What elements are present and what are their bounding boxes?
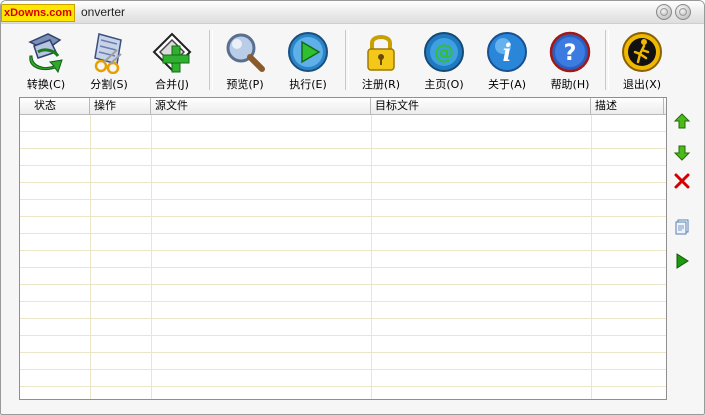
table-rows-area[interactable]	[20, 115, 666, 399]
padlock-icon	[367, 35, 395, 71]
help-button[interactable]: ? 帮助(H)	[540, 24, 600, 92]
title-bar[interactable]: onverter xDowns.com	[1, 1, 704, 24]
main-toolbar: 转换(C) 分割(S) 合并(J) 预览(P) 执行(E) 注册(R) @ 主页…	[1, 24, 704, 94]
convert-label: 转换(C)	[26, 78, 66, 91]
column-header-status[interactable]: 状态	[20, 98, 90, 114]
convert-button[interactable]: 转换(C)	[16, 24, 76, 92]
register-label: 注册(R)	[361, 78, 401, 91]
move-down-button[interactable]	[673, 144, 691, 162]
about-label: 关于(A)	[487, 78, 527, 91]
toolbar-separator	[605, 30, 609, 90]
about-button[interactable]: i 关于(A)	[477, 24, 537, 92]
exit-button[interactable]: 退出(X)	[612, 24, 672, 92]
merge-label: 合并(J)	[155, 78, 189, 91]
merge-button[interactable]: 合并(J)	[142, 24, 202, 92]
split-icon	[94, 33, 122, 74]
toolbar-separator	[345, 30, 349, 90]
watermark-logo: xDowns.com	[1, 4, 75, 22]
execute-label: 执行(E)	[289, 78, 327, 91]
at-sign-icon: @	[424, 32, 464, 72]
arrow-down-icon	[673, 145, 691, 161]
magnifier-icon	[226, 33, 265, 72]
properties-button[interactable]	[673, 218, 691, 236]
column-header-action[interactable]: 操作	[90, 98, 151, 114]
convert-icon	[28, 33, 63, 74]
preview-label: 预览(P)	[226, 78, 264, 91]
split-label: 分割(S)	[90, 78, 128, 91]
move-up-button[interactable]	[673, 112, 691, 130]
table-header: 状态 操作 源文件 目标文件 描述	[20, 98, 666, 115]
exit-label: 退出(X)	[622, 78, 662, 91]
column-divider	[591, 115, 592, 399]
toolbar-separator	[209, 30, 213, 90]
play-icon	[288, 32, 328, 72]
delete-button[interactable]	[673, 172, 691, 190]
info-icon: i	[487, 32, 527, 72]
arrow-up-icon	[673, 113, 691, 129]
minimize-button[interactable]	[656, 4, 672, 20]
svg-text:?: ?	[564, 41, 577, 66]
preview-button[interactable]: 预览(P)	[215, 24, 275, 92]
play-small-icon	[676, 253, 689, 269]
execute-button[interactable]: 执行(E)	[278, 24, 338, 92]
split-button[interactable]: 分割(S)	[79, 24, 139, 92]
column-divider	[90, 115, 91, 399]
window-title: onverter	[81, 5, 126, 19]
app-window: onverter xDowns.com 转换(C) 分割(S) 合并(J) 预览…	[0, 0, 705, 415]
minimize-icon	[660, 8, 668, 16]
close-icon	[679, 8, 687, 16]
exit-icon	[622, 32, 662, 72]
help-label: 帮助(H)	[550, 78, 590, 91]
column-header-description[interactable]: 描述	[591, 98, 664, 114]
run-button[interactable]	[673, 252, 691, 270]
homepage-button[interactable]: @ 主页(O)	[414, 24, 474, 92]
document-icon	[675, 219, 689, 235]
svg-text:@: @	[434, 40, 454, 64]
column-header-source-file[interactable]: 源文件	[151, 98, 371, 114]
close-button[interactable]	[675, 4, 691, 20]
delete-x-icon	[674, 173, 690, 189]
help-icon: ?	[549, 31, 591, 73]
column-header-target-file[interactable]: 目标文件	[371, 98, 591, 114]
svg-text:i: i	[502, 38, 511, 67]
homepage-label: 主页(O)	[424, 78, 464, 91]
column-divider	[151, 115, 152, 399]
file-list-table[interactable]: 状态 操作 源文件 目标文件 描述	[19, 97, 667, 400]
register-button[interactable]: 注册(R)	[351, 24, 411, 92]
column-divider	[371, 115, 372, 399]
merge-icon	[152, 32, 192, 73]
